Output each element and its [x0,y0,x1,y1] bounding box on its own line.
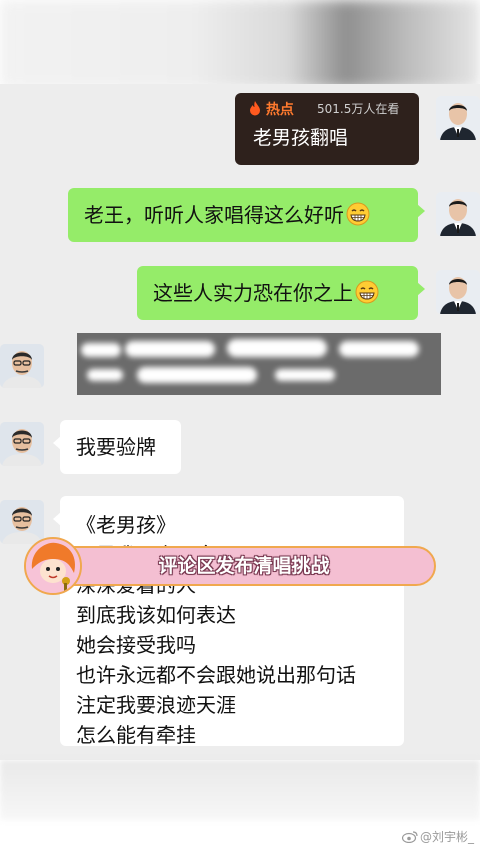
lyric-line: 怎么能有牵挂 [76,723,196,747]
user-avatar-icon [436,270,480,314]
message-text: 我要验牌 [76,435,156,459]
user-avatar-icon [436,96,480,140]
watermark: @刘宇彬_ [402,828,474,845]
redacted-message [77,333,441,395]
lyric-line: 她会接受我吗 [76,633,196,657]
message-bubble[interactable]: 老王，听听人家唱得这么好听 [68,188,425,242]
hot-card-title: 老男孩翻唱 [253,127,349,149]
viewer-count: 501.5万人在看 [317,102,400,116]
weibo-logo-icon [402,831,418,843]
hot-topic-card[interactable]: 热点 501.5万人在看 老男孩翻唱 [235,93,419,165]
blurred-footer [0,760,480,820]
user-avatar-icon [436,192,480,236]
message-text: 老王，听听人家唱得这么好听 [84,203,344,227]
banner-text: 评论区发布清唱挑战 [158,555,330,577]
avatar[interactable] [436,192,480,236]
challenge-banner[interactable]: 评论区发布清唱挑战 [52,546,436,586]
lyric-line: 也许永远都不会跟她说出那句话 [76,663,356,687]
hot-tag-label: 热点 [265,102,294,118]
watermark-text: @刘宇彬_ [420,830,475,844]
avatar[interactable] [436,96,480,140]
message-bubble[interactable]: 这些人实力恐在你之上 [137,266,425,320]
avatar[interactable] [0,344,44,388]
blurred-video-header [0,0,480,88]
lyric-line: 到底我该如何表达 [76,603,236,627]
cartoon-girl-icon [26,539,80,593]
friend-avatar-icon [0,500,44,544]
lyric-line: 注定我要浪迹天涯 [76,693,236,717]
hot-tag: 热点 [249,99,294,119]
lyrics-message-bubble[interactable]: 《老男孩》 那是我日夜思念 深深爱着的人 到底我该如何表达 她会接受我吗 也许永… [53,496,404,747]
grinning-face-icon [355,280,379,304]
lyric-line: 《老男孩》 [76,513,176,537]
avatar[interactable] [0,500,44,544]
message-text: 这些人实力恐在你之上 [153,281,353,305]
avatar[interactable] [0,422,44,466]
friend-avatar-icon [0,344,44,388]
friend-avatar-icon [0,422,44,466]
mascot-icon [24,537,82,595]
flame-icon [250,101,260,116]
message-bubble[interactable]: 我要验牌 [53,420,181,474]
avatar[interactable] [436,270,480,314]
grinning-face-icon [346,202,370,226]
